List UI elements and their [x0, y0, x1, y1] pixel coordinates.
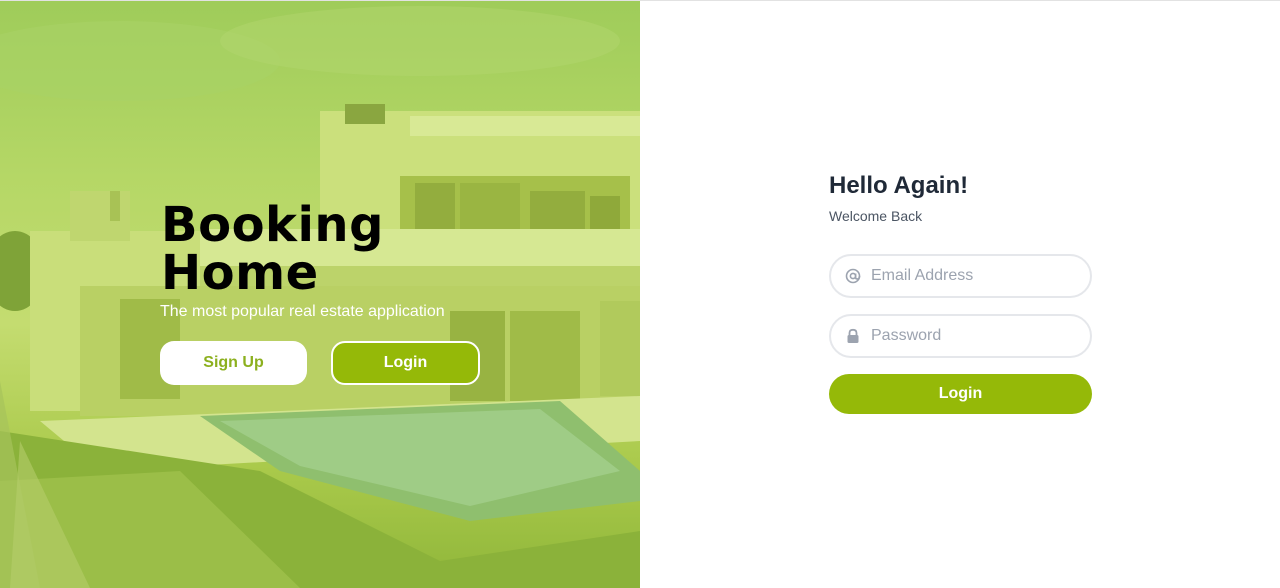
hero-panel: Booking Home The most popular real estat… — [0, 1, 640, 588]
at-icon — [845, 268, 861, 284]
form-subtitle: Welcome Back — [829, 208, 923, 224]
hero-login-button[interactable]: Login — [331, 341, 480, 385]
form-title: Hello Again! — [829, 172, 969, 199]
login-submit-button[interactable]: Login — [829, 374, 1092, 414]
hero-title: Booking Home — [161, 201, 461, 297]
signup-button[interactable]: Sign Up — [160, 341, 307, 385]
lock-icon — [845, 328, 861, 344]
hero-subtitle: The most popular real estate application — [160, 303, 445, 320]
password-input[interactable] — [871, 327, 1071, 345]
hero-title-line2: Home — [161, 245, 319, 301]
email-input[interactable] — [871, 267, 1071, 285]
email-field[interactable] — [829, 254, 1092, 298]
password-field[interactable] — [829, 314, 1092, 358]
